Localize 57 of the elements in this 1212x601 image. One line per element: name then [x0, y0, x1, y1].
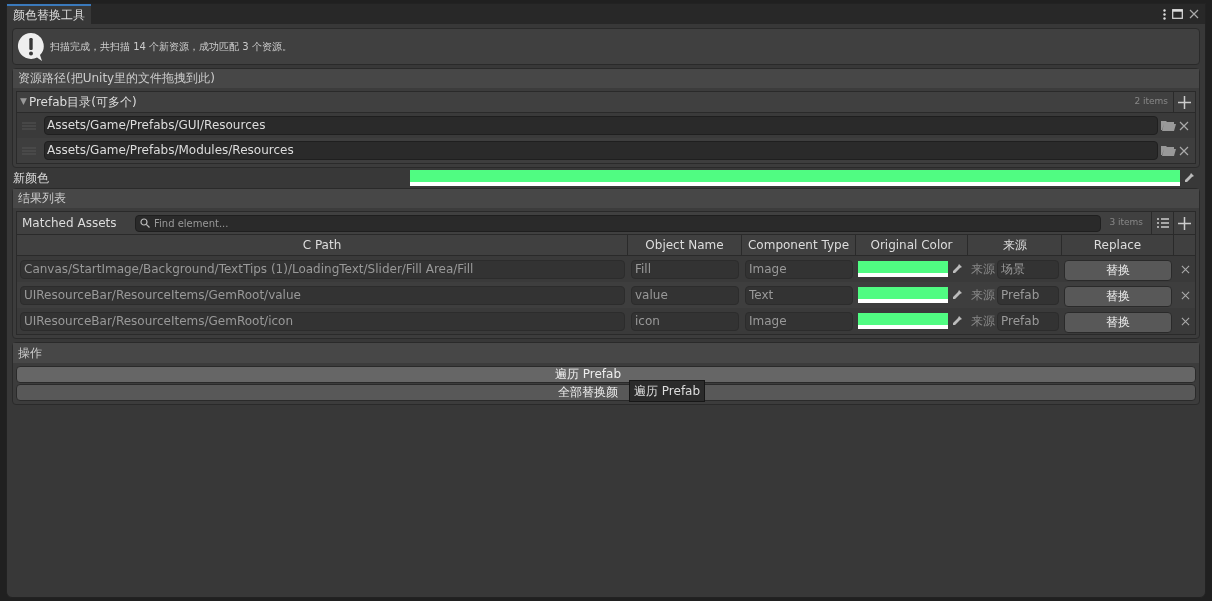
source-field[interactable]: Prefab [997, 285, 1059, 305]
path-field[interactable]: UIResourceBar/ResourceItems/GemRoot/icon [20, 311, 625, 331]
path-field[interactable]: Canvas/StartImage/Background/TextTips (1)/LoadingText/Slider/Fill Area/Fill [20, 259, 625, 279]
source-field[interactable]: 场景 [997, 259, 1059, 279]
search-icon [140, 218, 150, 228]
column-header[interactable]: Component Type [742, 235, 856, 255]
folder-icon[interactable] [1161, 120, 1176, 131]
field-label: 新颜色 [13, 170, 50, 187]
replace-button[interactable]: 替换 [1064, 285, 1172, 307]
column-header[interactable]: Original Color [856, 235, 968, 255]
eyedropper-icon[interactable] [951, 263, 963, 275]
close-icon[interactable] [1179, 145, 1189, 156]
status-message: 扫描完成，共扫描 14 个新资源，成功匹配 3 个资源。 [50, 40, 292, 54]
more-icon[interactable] [1163, 8, 1166, 20]
close-icon[interactable] [1181, 316, 1190, 326]
column-header[interactable]: Object Name [628, 235, 742, 255]
add-icon[interactable] [1178, 216, 1191, 230]
field-label: 来源 [971, 261, 995, 278]
eyedropper-icon[interactable] [1183, 172, 1195, 184]
list-icon [1156, 218, 1169, 228]
tooltip: 遍历 Prefab [629, 380, 706, 402]
maximize-icon[interactable] [1172, 9, 1183, 19]
section-header: 结果列表 [13, 189, 1199, 208]
name-field[interactable]: Fill [631, 259, 739, 279]
window-tab[interactable]: 颜色替换工具 [7, 4, 91, 24]
item-count: 2 items [1134, 95, 1169, 109]
add-icon[interactable] [1178, 95, 1191, 109]
list-foldout[interactable]: ▼ Prefab目录(可多个) [17, 93, 140, 111]
list-title: Matched Assets [21, 215, 118, 232]
type-field[interactable]: Text [745, 285, 853, 305]
column-header[interactable]: C Path [17, 235, 628, 255]
field-label: 来源 [971, 313, 995, 330]
eyedropper-icon[interactable] [951, 289, 963, 301]
section-header: 资源路径(把Unity里的文件拖拽到此) [13, 69, 1199, 88]
close-icon[interactable] [1181, 290, 1190, 300]
item-count: 3 items [1109, 216, 1143, 230]
name-field[interactable]: value [631, 285, 739, 305]
eyedropper-icon[interactable] [951, 315, 963, 327]
source-field[interactable]: Prefab [997, 311, 1059, 331]
column-header[interactable]: 来源 [968, 235, 1062, 255]
replace-button[interactable]: 替换 [1064, 311, 1172, 333]
path-field[interactable]: Assets/Game/Prefabs/Modules/Resources [44, 141, 1158, 160]
action-button[interactable]: 遍历 Prefab [16, 366, 1196, 383]
section-header: 操作 [13, 343, 1199, 363]
column-header[interactable]: Replace [1062, 235, 1174, 255]
path-field[interactable]: UIResourceBar/ResourceItems/GemRoot/value [20, 285, 625, 305]
replace-button[interactable]: 替换 [1064, 259, 1172, 281]
type-field[interactable]: Image [745, 259, 853, 279]
close-icon[interactable] [1181, 264, 1190, 274]
type-field[interactable]: Image [745, 311, 853, 331]
warning-icon [17, 31, 45, 62]
field-label: 来源 [971, 287, 995, 304]
close-icon[interactable] [1179, 120, 1189, 131]
path-field[interactable]: Assets/Game/Prefabs/GUI/Resources [44, 116, 1158, 135]
folder-icon[interactable] [1161, 145, 1176, 156]
close-icon[interactable] [1189, 9, 1199, 19]
name-field[interactable]: icon [631, 311, 739, 331]
